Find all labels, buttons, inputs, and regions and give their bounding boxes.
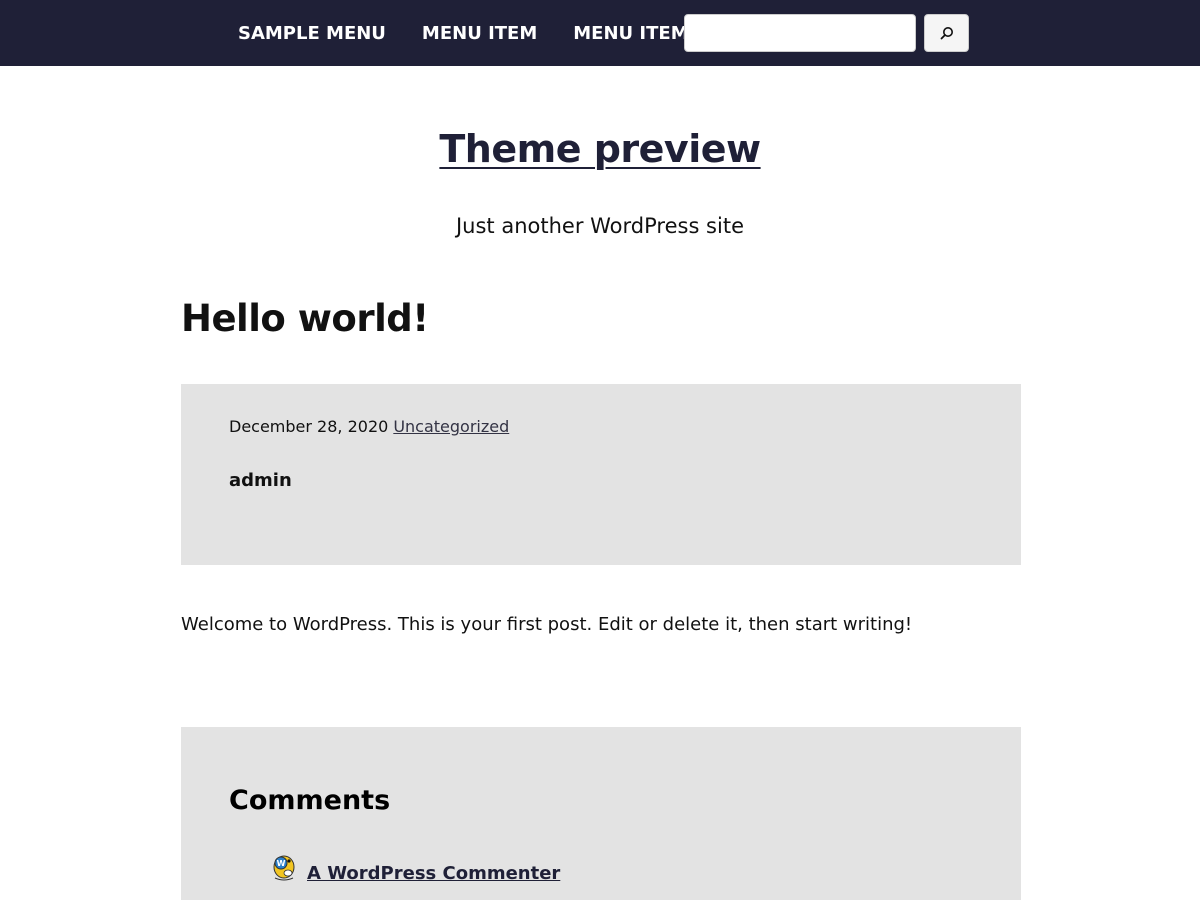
- post-date: December 28, 2020: [229, 417, 389, 436]
- post-meta-line: December 28, 2020 Uncategorized: [229, 417, 509, 436]
- post-title: Hello world!: [181, 297, 429, 340]
- svg-text:W: W: [277, 859, 286, 868]
- menu-item-label: MENU ITEM: [421, 22, 538, 44]
- top-navigation-bar: SAMPLE MENU MENU ITEM MENU ITEM: [0, 0, 1200, 66]
- post-author: admin: [229, 470, 292, 491]
- site-title: Theme preview: [0, 122, 1200, 176]
- comment-author-link[interactable]: A WordPress Commenter: [307, 863, 560, 884]
- post-category-link[interactable]: Uncategorized: [393, 417, 509, 436]
- search-input[interactable]: [684, 14, 916, 52]
- comments-section: Comments W A WordPress Commenter: [181, 727, 1021, 900]
- site-title-link[interactable]: Theme preview: [439, 127, 761, 171]
- menu-item-label: MENU ITEM: [573, 22, 689, 44]
- site-tagline: Just another WordPress site: [455, 214, 744, 238]
- comments-heading: Comments: [229, 785, 391, 816]
- primary-menu: SAMPLE MENU MENU ITEM MENU ITEM: [229, 0, 735, 66]
- search-icon: [940, 27, 953, 40]
- menu-item-menu-item[interactable]: MENU ITEM: [413, 23, 546, 44]
- search-button[interactable]: [924, 14, 969, 52]
- post-meta-panel: December 28, 2020 Uncategorized admin: [181, 384, 1021, 565]
- wapuu-avatar-icon: W: [273, 855, 295, 880]
- post-content: Welcome to WordPress. This is your first…: [181, 614, 913, 635]
- menu-item-label: SAMPLE MENU: [238, 22, 386, 44]
- menu-item-sample-menu[interactable]: SAMPLE MENU: [229, 23, 395, 44]
- comment-author: W A WordPress Commenter: [271, 853, 560, 884]
